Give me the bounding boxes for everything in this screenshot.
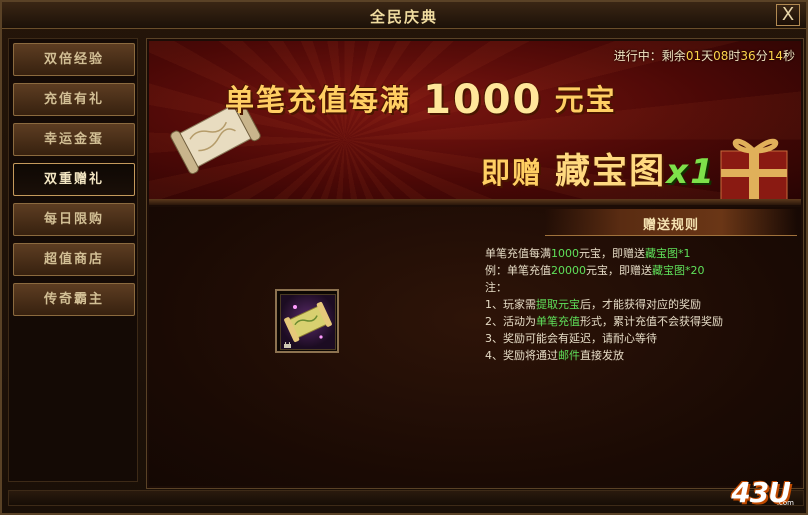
window-footer-bar bbox=[8, 490, 804, 506]
countdown-hours: 08 bbox=[713, 49, 729, 63]
sidebar-item-double-exp[interactable]: 双倍经验 bbox=[13, 43, 135, 76]
rules-header-title: 赠送规则 bbox=[642, 218, 699, 233]
sidebar-item-double-gift[interactable]: 双重赠礼 bbox=[13, 163, 135, 196]
promo-gift-multiplier: x1 bbox=[666, 152, 716, 192]
rule-text: 注： bbox=[485, 281, 507, 294]
promo-headline: 单笔充值每满 1000 元宝 bbox=[225, 77, 617, 123]
rule-amount: 20000 bbox=[551, 264, 586, 277]
rule-text: 例：单笔充值 bbox=[485, 264, 551, 277]
rule-line: 2、活动为单笔充值形式，累计充值不会获得奖励 bbox=[485, 313, 795, 330]
rule-text: 1、玩家需 bbox=[485, 298, 536, 311]
close-button[interactable]: X bbox=[776, 4, 800, 26]
rule-line: 1、玩家需提取元宝后，才能获得对应的奖励 bbox=[485, 296, 795, 313]
event-sidebar: 双倍经验 充值有礼 幸运金蛋 双重赠礼 每日限购 超值商店 传奇霸主 bbox=[8, 38, 138, 482]
rules-header: 赠送规则 bbox=[545, 209, 797, 236]
site-watermark-domain: .com bbox=[776, 499, 794, 507]
window-title: 全民庆典 bbox=[369, 8, 438, 26]
rule-line: 注： bbox=[485, 279, 795, 296]
sidebar-item-lucky-egg[interactable]: 幸运金蛋 bbox=[13, 123, 135, 156]
promo-banner: 进行中：剩余01天08时36分14秒 单笔充值每满 1000 元宝 即赠 藏宝图… bbox=[149, 41, 801, 205]
promo-currency: 元宝 bbox=[554, 83, 617, 117]
rule-text: 4、奖励将通过 bbox=[485, 349, 558, 362]
promo-amount: 1000 bbox=[423, 77, 543, 123]
rule-amount: 1000 bbox=[551, 247, 579, 260]
rule-line: 4、奖励将通过邮件直接发放 bbox=[485, 347, 795, 364]
rule-item: 藏宝图*20 bbox=[652, 264, 705, 277]
sidebar-item-legend-master[interactable]: 传奇霸主 bbox=[13, 283, 135, 316]
countdown-days-unit: 天 bbox=[701, 49, 714, 63]
rule-highlight: 单笔充值 bbox=[536, 315, 580, 328]
reward-item-frame bbox=[280, 294, 336, 350]
rules-text: 单笔充值每满1000元宝，即赠送藏宝图*1 例：单笔充值20000元宝，即赠送藏… bbox=[485, 245, 795, 364]
promo-gift-item: 藏宝图 bbox=[555, 152, 667, 192]
rule-highlight: 邮件 bbox=[558, 349, 580, 362]
rule-highlight: 提取元宝 bbox=[536, 298, 580, 311]
sidebar-item-daily-limit[interactable]: 每日限购 bbox=[13, 203, 135, 236]
title-bar: 全民庆典 X bbox=[2, 2, 806, 29]
countdown-seconds: 14 bbox=[767, 49, 783, 63]
countdown-minutes-unit: 分 bbox=[755, 49, 768, 63]
promo-subline: 即赠 藏宝图x1 bbox=[481, 143, 716, 194]
rule-text: 形式，累计充值不会获得奖励 bbox=[580, 315, 723, 328]
reward-item-slot[interactable] bbox=[275, 289, 339, 353]
treasure-map-icon bbox=[284, 302, 332, 342]
promo-headline-prefix: 单笔充值每满 bbox=[225, 83, 412, 117]
rule-line: 例：单笔充值20000元宝，即赠送藏宝图*20 bbox=[485, 262, 795, 279]
event-content-panel: 进行中：剩余01天08时36分14秒 单笔充值每满 1000 元宝 即赠 藏宝图… bbox=[146, 38, 804, 489]
rule-line: 3、奖励可能会有延迟，请耐心等待 bbox=[485, 330, 795, 347]
rule-text: 3、奖励可能会有延迟，请耐心等待 bbox=[485, 332, 657, 345]
rule-text: 元宝，即赠送 bbox=[579, 247, 645, 260]
countdown-days: 01 bbox=[685, 49, 702, 63]
rule-text: 后，才能获得对应的奖励 bbox=[580, 298, 701, 311]
promo-gift-prefix: 即赠 bbox=[481, 156, 544, 190]
countdown-minutes: 36 bbox=[740, 49, 756, 63]
banner-bottom-border bbox=[149, 199, 801, 205]
event-countdown: 进行中：剩余01天08时36分14秒 bbox=[614, 47, 795, 64]
sidebar-item-value-shop[interactable]: 超值商店 bbox=[13, 243, 135, 276]
gift-box-icon bbox=[720, 138, 788, 205]
rule-item: 藏宝图*1 bbox=[645, 247, 691, 260]
rule-text: 直接发放 bbox=[580, 349, 624, 362]
countdown-hours-unit: 时 bbox=[728, 49, 741, 63]
rule-text: 元宝，即赠送 bbox=[586, 264, 652, 277]
rule-text: 2、活动为 bbox=[485, 315, 536, 328]
rule-text: 单笔充值每满 bbox=[485, 247, 551, 260]
countdown-seconds-unit: 秒 bbox=[782, 49, 795, 63]
countdown-prefix: 进行中：剩余 bbox=[613, 49, 686, 63]
bound-lock-icon bbox=[284, 342, 291, 348]
sidebar-item-recharge-gift[interactable]: 充值有礼 bbox=[13, 83, 135, 116]
rule-line: 单笔充值每满1000元宝，即赠送藏宝图*1 bbox=[485, 245, 795, 262]
